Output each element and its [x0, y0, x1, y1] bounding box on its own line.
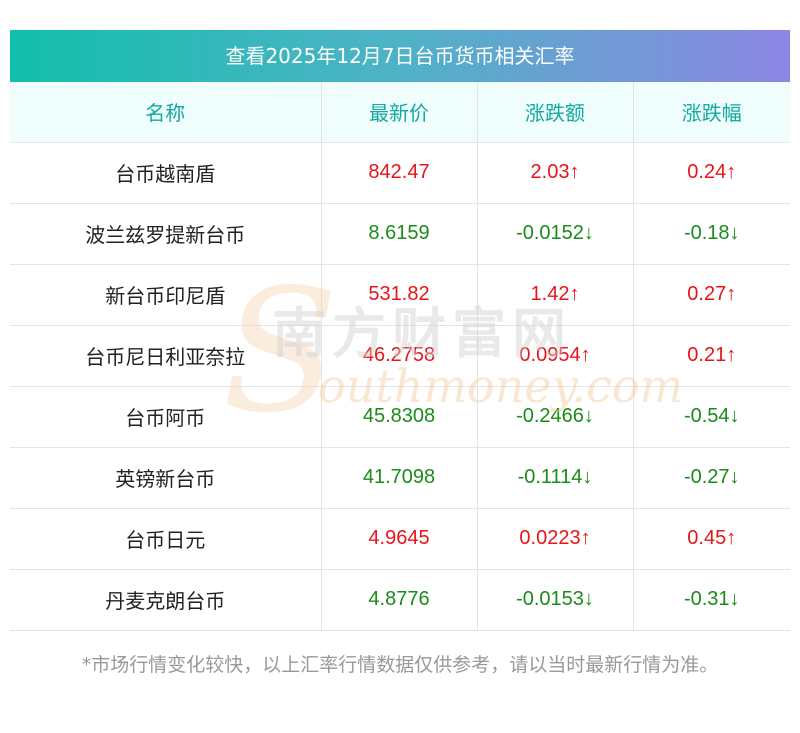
change-amount: -0.0153↓ — [477, 568, 634, 631]
column-header-price: 最新价 — [321, 82, 478, 142]
table-title: 查看2025年12月7日台币货币相关汇率 — [10, 30, 790, 82]
latest-price: 8.6159 — [321, 202, 478, 264]
table-row: 台币尼日利亚奈拉 46.2758 0.0954↑ 0.21↑ — [10, 324, 790, 386]
change-percent: 0.45↑ — [633, 507, 790, 569]
change-percent: -0.54↓ — [633, 385, 790, 447]
table-row: 丹麦克朗台币 4.8776 -0.0153↓ -0.31↓ — [10, 568, 790, 631]
change-amount: -0.0152↓ — [477, 202, 634, 264]
rate-table-container: 查看2025年12月7日台币货币相关汇率 名称 最新价 涨跌额 涨跌幅 台币越南… — [10, 30, 790, 631]
change-amount: 0.0223↑ — [477, 507, 634, 569]
column-header-pct: 涨跌幅 — [681, 101, 742, 126]
currency-pair-name: 台币尼日利亚奈拉 — [10, 324, 322, 386]
change-amount: -0.2466↓ — [477, 385, 634, 447]
currency-pair-name: 台币越南盾 — [10, 141, 322, 203]
currency-pair-name: 英镑新台币 — [10, 446, 322, 508]
currency-pair-name: 丹麦克朗台币 — [10, 568, 322, 631]
table-row: 英镑新台币 41.7098 -0.1114↓ -0.27↓ — [10, 446, 790, 508]
latest-price: 531.82 — [321, 263, 478, 325]
latest-price: 4.8776 — [321, 568, 478, 631]
change-amount: 0.0954↑ — [477, 324, 634, 386]
currency-pair-name: 台币日元 — [10, 507, 322, 569]
currency-pair-name: 台币阿币 — [10, 385, 322, 447]
table-row: 新台币印尼盾 531.82 1.42↑ 0.27↑ — [10, 263, 790, 325]
table-row: 台币日元 4.9645 0.0223↑ 0.45↑ — [10, 507, 790, 569]
change-amount: 1.42↑ — [477, 263, 634, 325]
table-row: 台币越南盾 842.47 2.03↑ 0.24↑ — [10, 141, 790, 203]
latest-price: 46.2758 — [321, 324, 478, 386]
change-percent: -0.27↓ — [633, 446, 790, 508]
table-header-row: 名称 最新价 涨跌额 涨跌幅 — [10, 82, 790, 142]
change-percent: 0.27↑ — [633, 263, 790, 325]
currency-pair-name: 新台币印尼盾 — [10, 263, 322, 325]
column-header-name: 名称 — [10, 82, 322, 142]
exchange-rate-table: 名称 最新价 涨跌额 涨跌幅 台币越南盾 842.47 2.03↑ 0.24↑ … — [10, 82, 790, 631]
change-percent: 0.24↑ — [633, 141, 790, 203]
change-percent: -0.18↓ — [633, 202, 790, 264]
change-amount: -0.1114↓ — [477, 446, 634, 508]
column-header-change: 涨跌额 — [477, 82, 634, 142]
change-amount: 2.03↑ — [477, 141, 634, 203]
currency-pair-name: 波兰兹罗提新台币 — [10, 202, 322, 264]
table-row: 台币阿币 45.8308 -0.2466↓ -0.54↓ — [10, 385, 790, 447]
latest-price: 4.9645 — [321, 507, 478, 569]
change-percent: -0.31↓ — [633, 568, 790, 631]
change-percent: 0.21↑ — [633, 324, 790, 386]
table-row: 波兰兹罗提新台币 8.6159 -0.0152↓ -0.18↓ — [10, 202, 790, 264]
latest-price: 45.8308 — [321, 385, 478, 447]
latest-price: 41.7098 — [321, 446, 478, 508]
latest-price: 842.47 — [321, 141, 478, 203]
disclaimer-footnote: *市场行情变化较快，以上汇率行情数据仅供参考，请以当时最新行情为准。 — [81, 654, 719, 676]
